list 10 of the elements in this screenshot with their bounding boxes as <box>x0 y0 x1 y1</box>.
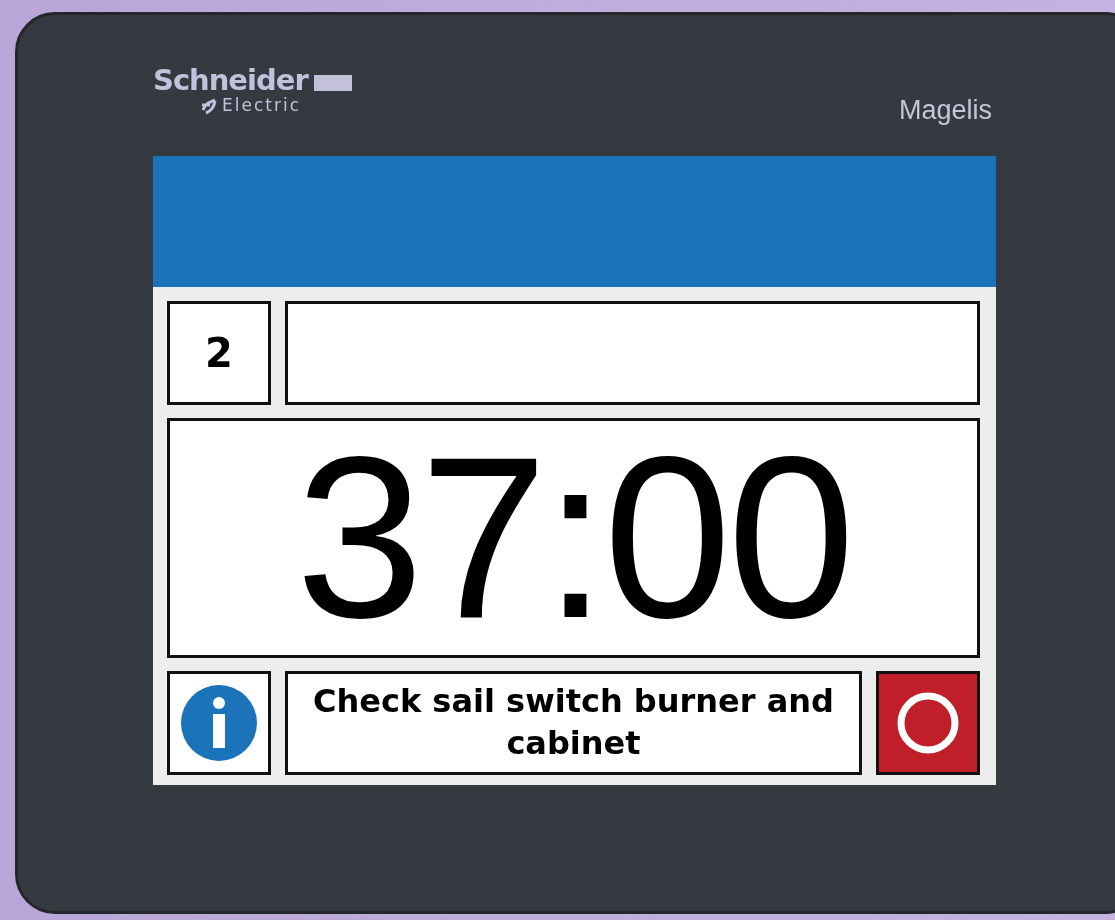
logo-bar-icon <box>313 75 352 91</box>
brand-name: Schneider <box>153 65 308 95</box>
model-name: Magelis <box>898 95 992 127</box>
brand-subname: Electric <box>222 96 301 114</box>
step-number: 2 <box>167 301 271 405</box>
circle-icon <box>896 691 960 755</box>
timer-display: 37:00 <box>167 418 980 658</box>
message-text: Check sail switch burner and cabinet <box>285 671 862 775</box>
info-icon <box>167 671 271 775</box>
stop-button[interactable] <box>876 671 980 775</box>
